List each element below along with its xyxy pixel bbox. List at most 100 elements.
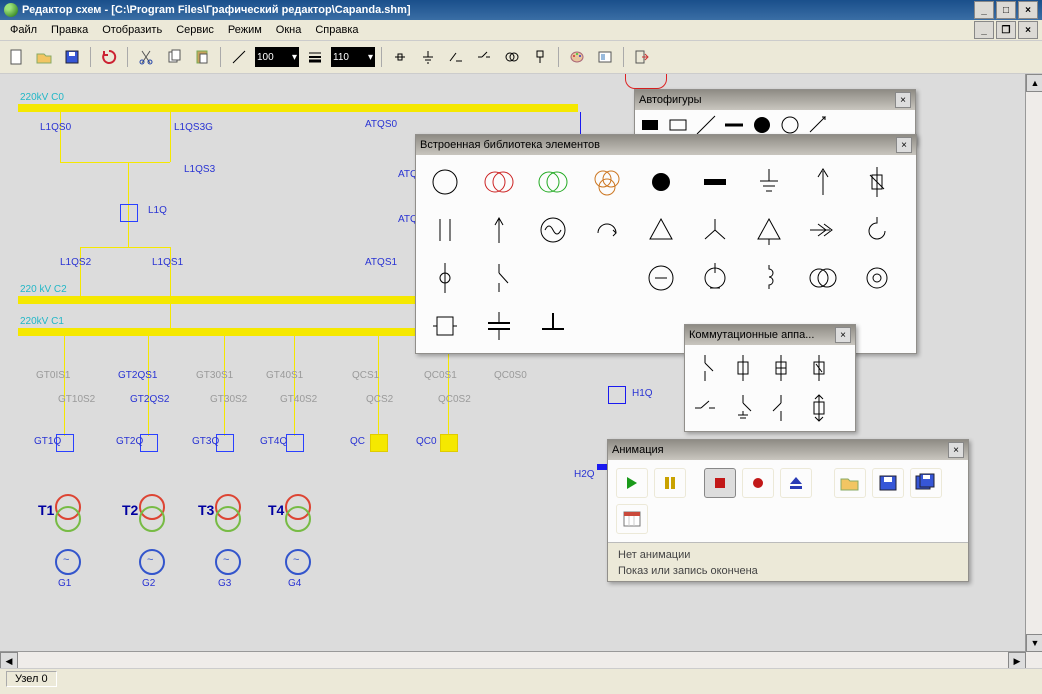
symbol-switch-icon[interactable] (444, 45, 468, 69)
element-h1q[interactable] (608, 386, 626, 404)
anim-saveall-icon[interactable] (910, 468, 942, 498)
lib-two-circles-red-icon[interactable] (482, 165, 516, 199)
menu-mode[interactable]: Режим (222, 22, 268, 38)
element-g1[interactable]: ~ (55, 549, 81, 575)
lib-resistor-icon[interactable] (428, 309, 462, 343)
anim-play-icon[interactable] (616, 468, 648, 498)
mdi-close-button[interactable]: × (1018, 21, 1038, 39)
panel-library-title[interactable]: Встроенная библиотека элементов × (416, 135, 916, 155)
lib-delta2-icon[interactable] (752, 213, 786, 247)
open-icon[interactable] (32, 45, 56, 69)
symbol-flag-icon[interactable] (528, 45, 552, 69)
element-l1q[interactable] (120, 204, 138, 222)
menu-file[interactable]: Файл (4, 22, 43, 38)
lib-generator-icon[interactable] (536, 213, 570, 247)
element-g2[interactable]: ~ (139, 549, 165, 575)
panel-autoshapes-title[interactable]: Автофигуры × (635, 90, 915, 110)
menu-help[interactable]: Справка (309, 22, 364, 38)
panel-switches-title[interactable]: Коммутационные аппа... × (685, 325, 855, 345)
anim-record-icon[interactable] (742, 468, 774, 498)
mdi-minimize-button[interactable]: _ (974, 21, 994, 39)
lib-motor-icon[interactable] (644, 261, 678, 295)
anim-stop-icon[interactable] (704, 468, 736, 498)
sw-ground-icon[interactable] (731, 393, 755, 423)
lib-circle-icon[interactable] (428, 165, 462, 199)
lib-inductor-icon[interactable] (752, 261, 786, 295)
symbol-disconnector-icon[interactable] (472, 45, 496, 69)
lib-capacitor-icon[interactable] (428, 213, 462, 247)
sw-horizontal-icon[interactable] (693, 393, 717, 423)
panel-animation[interactable]: Анимация × Нет анимации Показ или запись… (607, 439, 969, 582)
panel-autoshapes-close-icon[interactable]: × (895, 92, 911, 108)
panel-library[interactable]: Встроенная библиотека элементов × (415, 134, 917, 354)
maximize-button[interactable]: □ (996, 1, 1016, 19)
element-gt4q[interactable] (286, 434, 304, 452)
lib-bar-icon[interactable] (698, 165, 732, 199)
minimize-button[interactable]: _ (974, 1, 994, 19)
lib-three-circles-icon[interactable] (590, 165, 624, 199)
refresh-icon[interactable] (97, 45, 121, 69)
panel-library-close-icon[interactable]: × (896, 137, 912, 153)
lib-cap2-icon[interactable] (482, 309, 516, 343)
preview-icon[interactable] (593, 45, 617, 69)
sw-breaker2-icon[interactable] (769, 353, 793, 383)
symbol-breaker-icon[interactable] (388, 45, 412, 69)
menu-service[interactable]: Сервис (170, 22, 220, 38)
menu-windows[interactable]: Окна (270, 22, 308, 38)
sw-drawer-icon[interactable] (807, 393, 831, 423)
lib-two-circ-icon[interactable] (806, 261, 840, 295)
lib-star-icon[interactable] (698, 213, 732, 247)
anim-pause-icon[interactable] (654, 468, 686, 498)
width-icon[interactable] (303, 45, 327, 69)
lib-arrow-up2-icon[interactable] (482, 213, 516, 247)
lib-rotational-icon[interactable] (590, 213, 624, 247)
anim-eject-icon[interactable] (780, 468, 812, 498)
horizontal-scrollbar[interactable]: ◀ ▶ (0, 651, 1026, 668)
lib-delta-icon[interactable] (644, 213, 678, 247)
sw-disconnector2-icon[interactable] (769, 393, 793, 423)
new-icon[interactable] (4, 45, 28, 69)
vertical-scrollbar[interactable]: ▲ ▼ (1025, 74, 1042, 668)
sw-breaker3-icon[interactable] (807, 353, 831, 383)
element-g4[interactable]: ~ (285, 549, 311, 575)
anim-settings-icon[interactable] (616, 504, 648, 534)
lib-vt-icon[interactable] (860, 261, 894, 295)
element-g3[interactable]: ~ (215, 549, 241, 575)
mdi-restore-button[interactable]: ❐ (996, 21, 1016, 39)
symbol-coils-icon[interactable] (500, 45, 524, 69)
palette-icon[interactable] (565, 45, 589, 69)
sw-disconnector-icon[interactable] (693, 353, 717, 383)
copy-icon[interactable] (162, 45, 186, 69)
scroll-left-icon[interactable]: ◀ (0, 652, 18, 668)
line-tool-icon[interactable] (227, 45, 251, 69)
panel-animation-close-icon[interactable]: × (948, 442, 964, 458)
lib-double-arrow-icon[interactable] (806, 213, 840, 247)
scroll-up-icon[interactable]: ▲ (1026, 74, 1042, 92)
sw-breaker-icon[interactable] (731, 353, 755, 383)
scroll-right-icon[interactable]: ▶ (1008, 652, 1026, 668)
symbol-ground-icon[interactable] (416, 45, 440, 69)
menu-edit[interactable]: Правка (45, 22, 94, 38)
lib-ct-icon[interactable] (698, 261, 732, 295)
save-icon[interactable] (60, 45, 84, 69)
paste-icon[interactable] (190, 45, 214, 69)
lib-reactor-icon[interactable] (860, 213, 894, 247)
lib-two-circles-green-icon[interactable] (536, 165, 570, 199)
close-button[interactable]: × (1018, 1, 1038, 19)
panel-switches-close-icon[interactable]: × (835, 327, 851, 343)
panel-animation-title[interactable]: Анимация × (608, 440, 968, 460)
zoom-dropdown-1[interactable]: 100▾ (255, 47, 299, 67)
lib-node-icon[interactable] (428, 261, 462, 295)
cut-icon[interactable] (134, 45, 158, 69)
menu-display[interactable]: Отобразить (96, 22, 168, 38)
anim-open-icon[interactable] (834, 468, 866, 498)
lib-filled-circle-icon[interactable] (644, 165, 678, 199)
element-qc[interactable] (370, 434, 388, 452)
lib-ground2-icon[interactable] (536, 309, 570, 343)
canvas-area[interactable]: ~ ~ ~ ~ 220kV C0 220 kV C2 220kV C1 L1QS… (0, 74, 1042, 668)
scroll-down-icon[interactable]: ▼ (1026, 634, 1042, 652)
panel-switches[interactable]: Коммутационные аппа... × (684, 324, 856, 432)
exit-icon[interactable] (630, 45, 654, 69)
zoom-dropdown-2[interactable]: 110▾ (331, 47, 375, 67)
lib-fuse-icon[interactable] (860, 165, 894, 199)
